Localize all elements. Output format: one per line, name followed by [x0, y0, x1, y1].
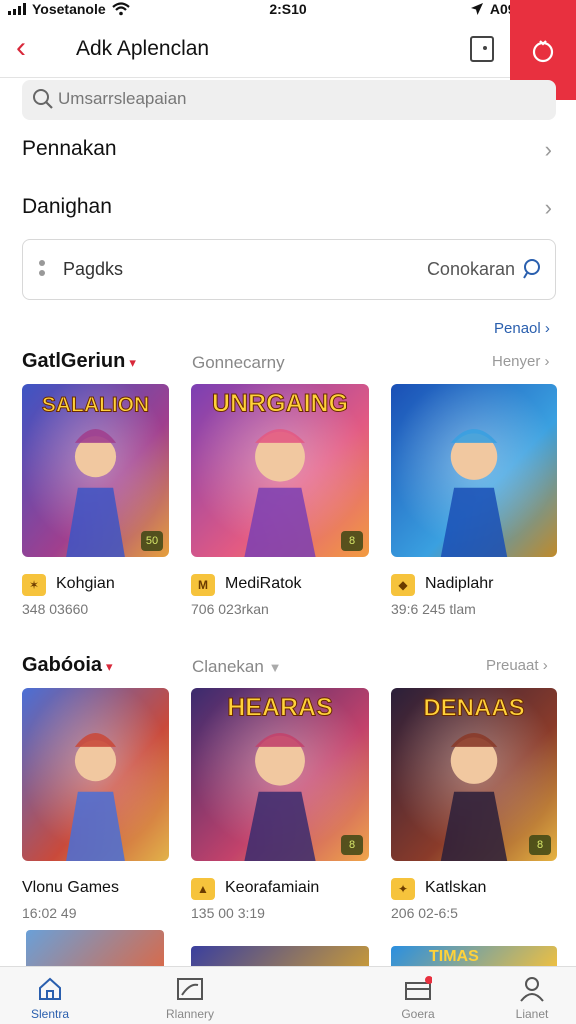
game-badge-icon: ▲	[191, 878, 215, 900]
game-meta: 135 00 3:19	[191, 905, 265, 921]
svg-text:DENAAS: DENAAS	[423, 695, 524, 722]
corner-badge: 8	[341, 531, 363, 551]
section-more-link[interactable]: Henyer ›	[492, 353, 550, 370]
game-thumbnail[interactable]: UNRGAING 8	[191, 384, 369, 557]
section-title[interactable]: Gabóoia ▾	[22, 654, 113, 677]
game-thumbnail[interactable]	[391, 384, 557, 557]
corner-badge: 8	[529, 835, 551, 855]
search-bar[interactable]: Umsarrsleapaian	[22, 80, 556, 120]
tab-planner[interactable]: Rlannery	[140, 967, 240, 1024]
game-badge-icon: ✦	[391, 878, 415, 900]
game-thumbnail[interactable]: SALALION 50	[22, 384, 169, 557]
back-button[interactable]: ‹	[16, 33, 46, 64]
peek-thumb-1[interactable]	[26, 930, 164, 970]
menu-row-pennakan[interactable]: Pennakan ›	[22, 125, 556, 175]
game-card[interactable]: UNRGAING 8 M MediRatok 706 023rkan	[191, 384, 369, 624]
search-placeholder: Umsarrsleapaian	[58, 89, 187, 108]
game-name: Keorafamiain	[225, 879, 320, 896]
status-bar: Yosetanole 2:S10 A09%	[0, 0, 576, 22]
game-name: Nadiplahr	[425, 575, 494, 592]
chevron-right-icon: ›	[544, 137, 552, 162]
search-icon	[33, 89, 53, 109]
section-title[interactable]: GatlGeriun ▾	[22, 350, 136, 373]
svg-text:UNRGAING: UNRGAING	[212, 390, 348, 418]
chevron-right-icon: ›	[544, 195, 552, 220]
game-card[interactable]: Vlonu Games 16:02 49	[22, 688, 169, 928]
game-meta: 206 02-6:5	[391, 905, 458, 921]
game-thumbnail[interactable]: HEARAS 8	[191, 688, 369, 861]
filter-left-text: Pagdks	[63, 259, 124, 279]
game-meta: 16:02 49	[22, 905, 77, 921]
corner-badge: 8	[341, 835, 363, 855]
cart-icon	[405, 976, 432, 1000]
menu-row-danighan[interactable]: Danighan ›	[22, 183, 556, 233]
drag-handle-icon	[39, 260, 45, 280]
game-meta: 348 03660	[22, 601, 89, 617]
game-meta: 39:6 245 tlam	[391, 601, 476, 617]
svg-text:SALALION: SALALION	[42, 394, 149, 417]
caret-down-icon: ▾	[129, 355, 136, 370]
game-name: Kohgian	[56, 575, 115, 592]
game-card[interactable]: DENAAS 8 ✦ Katlskan 206 02-6:5	[391, 688, 557, 928]
location-arrow-icon	[470, 3, 483, 15]
game-meta: 706 023rkan	[191, 601, 269, 617]
game-thumbnail[interactable]: DENAAS 8	[391, 688, 557, 861]
game-badge-icon: ◆	[391, 574, 415, 596]
chart-icon	[177, 978, 203, 1000]
game-badge-icon: ✶	[22, 574, 46, 596]
game-thumbnail[interactable]	[22, 688, 169, 861]
bell-icon	[532, 40, 554, 63]
panel-link[interactable]: Penaol ›	[494, 320, 550, 337]
game-name: MediRatok	[225, 575, 302, 592]
game-card[interactable]: SALALION 50 ✶ Kohgian 348 03660	[22, 384, 169, 624]
game-name: Katlskan	[425, 879, 487, 896]
menu-row-label: Pennakan	[22, 137, 117, 160]
corner-badge: 50	[141, 531, 163, 551]
tab-profile[interactable]: Lianet	[482, 967, 576, 1024]
game-card[interactable]: ◆ Nadiplahr 39:6 245 tlam	[391, 384, 557, 624]
tab-store[interactable]: Goera	[368, 967, 468, 1024]
filter-right-text: Conokaran	[426, 259, 515, 279]
filter-input[interactable]: Pagdks Conokaran	[22, 239, 556, 300]
home-icon	[39, 977, 61, 1000]
game-badge-icon: M	[191, 574, 215, 596]
bottom-tab-bar: Slentra Rlannery Goera Lianet	[0, 966, 576, 1024]
section-filter[interactable]: Clanekan ▼	[192, 657, 281, 677]
svg-text:HEARAS: HEARAS	[227, 694, 333, 722]
section-more-link[interactable]: Preuaat ›	[486, 657, 548, 674]
person-icon	[520, 977, 544, 1002]
tab-home[interactable]: Slentra	[0, 967, 100, 1024]
game-card[interactable]: HEARAS 8 ▲ Keorafamiain 135 00 3:19	[191, 688, 369, 928]
app-header: ‹ Adk Aplenclan	[0, 0, 576, 100]
game-name: Vlonu Games	[22, 879, 119, 896]
caret-down-icon: ▾	[106, 659, 113, 674]
search-icon[interactable]	[521, 258, 543, 280]
share-icon[interactable]	[470, 36, 494, 62]
peek-title: TIMAS	[429, 948, 479, 965]
section-filter[interactable]: Gonnecarny	[192, 353, 285, 373]
menu-row-label: Danighan	[22, 195, 112, 218]
page-title: Adk Aplenclan	[76, 37, 210, 60]
